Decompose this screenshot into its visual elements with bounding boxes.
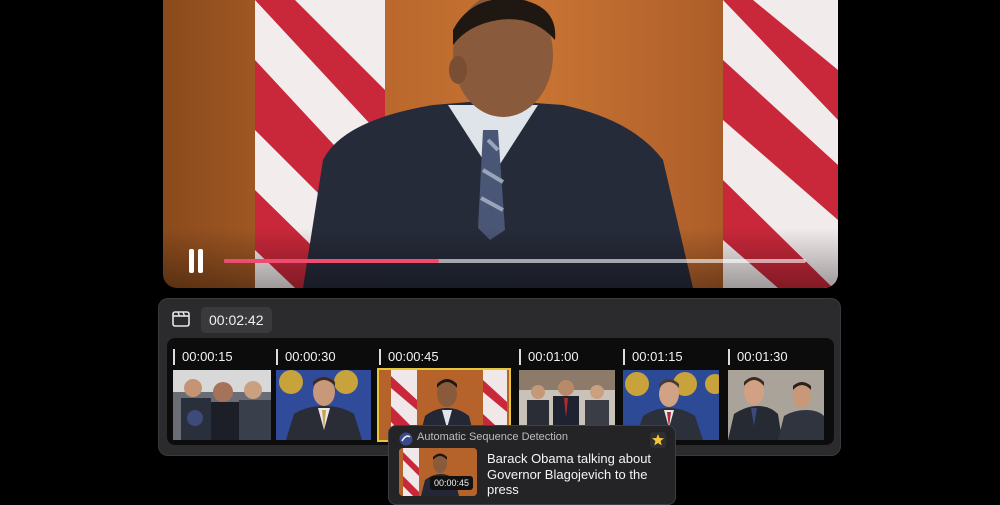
shot-timestamp: 00:01:15	[623, 349, 683, 365]
sequence-description: Barack Obama talking about Governor Blag…	[487, 451, 652, 497]
shot-thumbnail	[276, 370, 371, 440]
shot-timestamp: 00:00:45	[379, 349, 439, 365]
shot-thumbnail	[173, 370, 271, 440]
shot-timestamp: 00:00:30	[276, 349, 336, 365]
favorite-button[interactable]	[650, 432, 666, 448]
current-time-display: 00:02:42	[201, 307, 272, 333]
detection-logo-icon	[399, 432, 413, 446]
video-player[interactable]	[163, 0, 838, 288]
shot-timestamp: 00:01:00	[519, 349, 579, 365]
shot-item[interactable]: 00:01:30	[728, 338, 824, 445]
progress-bar[interactable]	[224, 259, 806, 263]
star-icon	[652, 434, 664, 446]
shot-item[interactable]: 00:00:30	[276, 338, 371, 445]
shot-item[interactable]: 00:00:15	[173, 338, 271, 445]
progress-fill	[224, 259, 440, 263]
clapperboard-icon[interactable]	[172, 311, 190, 327]
thumbnail-timestamp: 00:00:45	[429, 476, 473, 490]
popup-thumbnail[interactable]: 00:00:45	[399, 448, 477, 496]
pause-button[interactable]	[185, 249, 207, 273]
player-controls-overlay	[163, 228, 838, 288]
pause-icon	[189, 249, 194, 273]
shot-thumbnail	[728, 370, 824, 440]
sequence-detection-popup: Automatic Sequence Detection 00:00:45 Ba…	[388, 425, 676, 505]
shot-timestamp: 00:01:30	[728, 349, 788, 365]
popup-header: Automatic Sequence Detection	[417, 431, 569, 443]
shot-timestamp: 00:00:15	[173, 349, 233, 365]
